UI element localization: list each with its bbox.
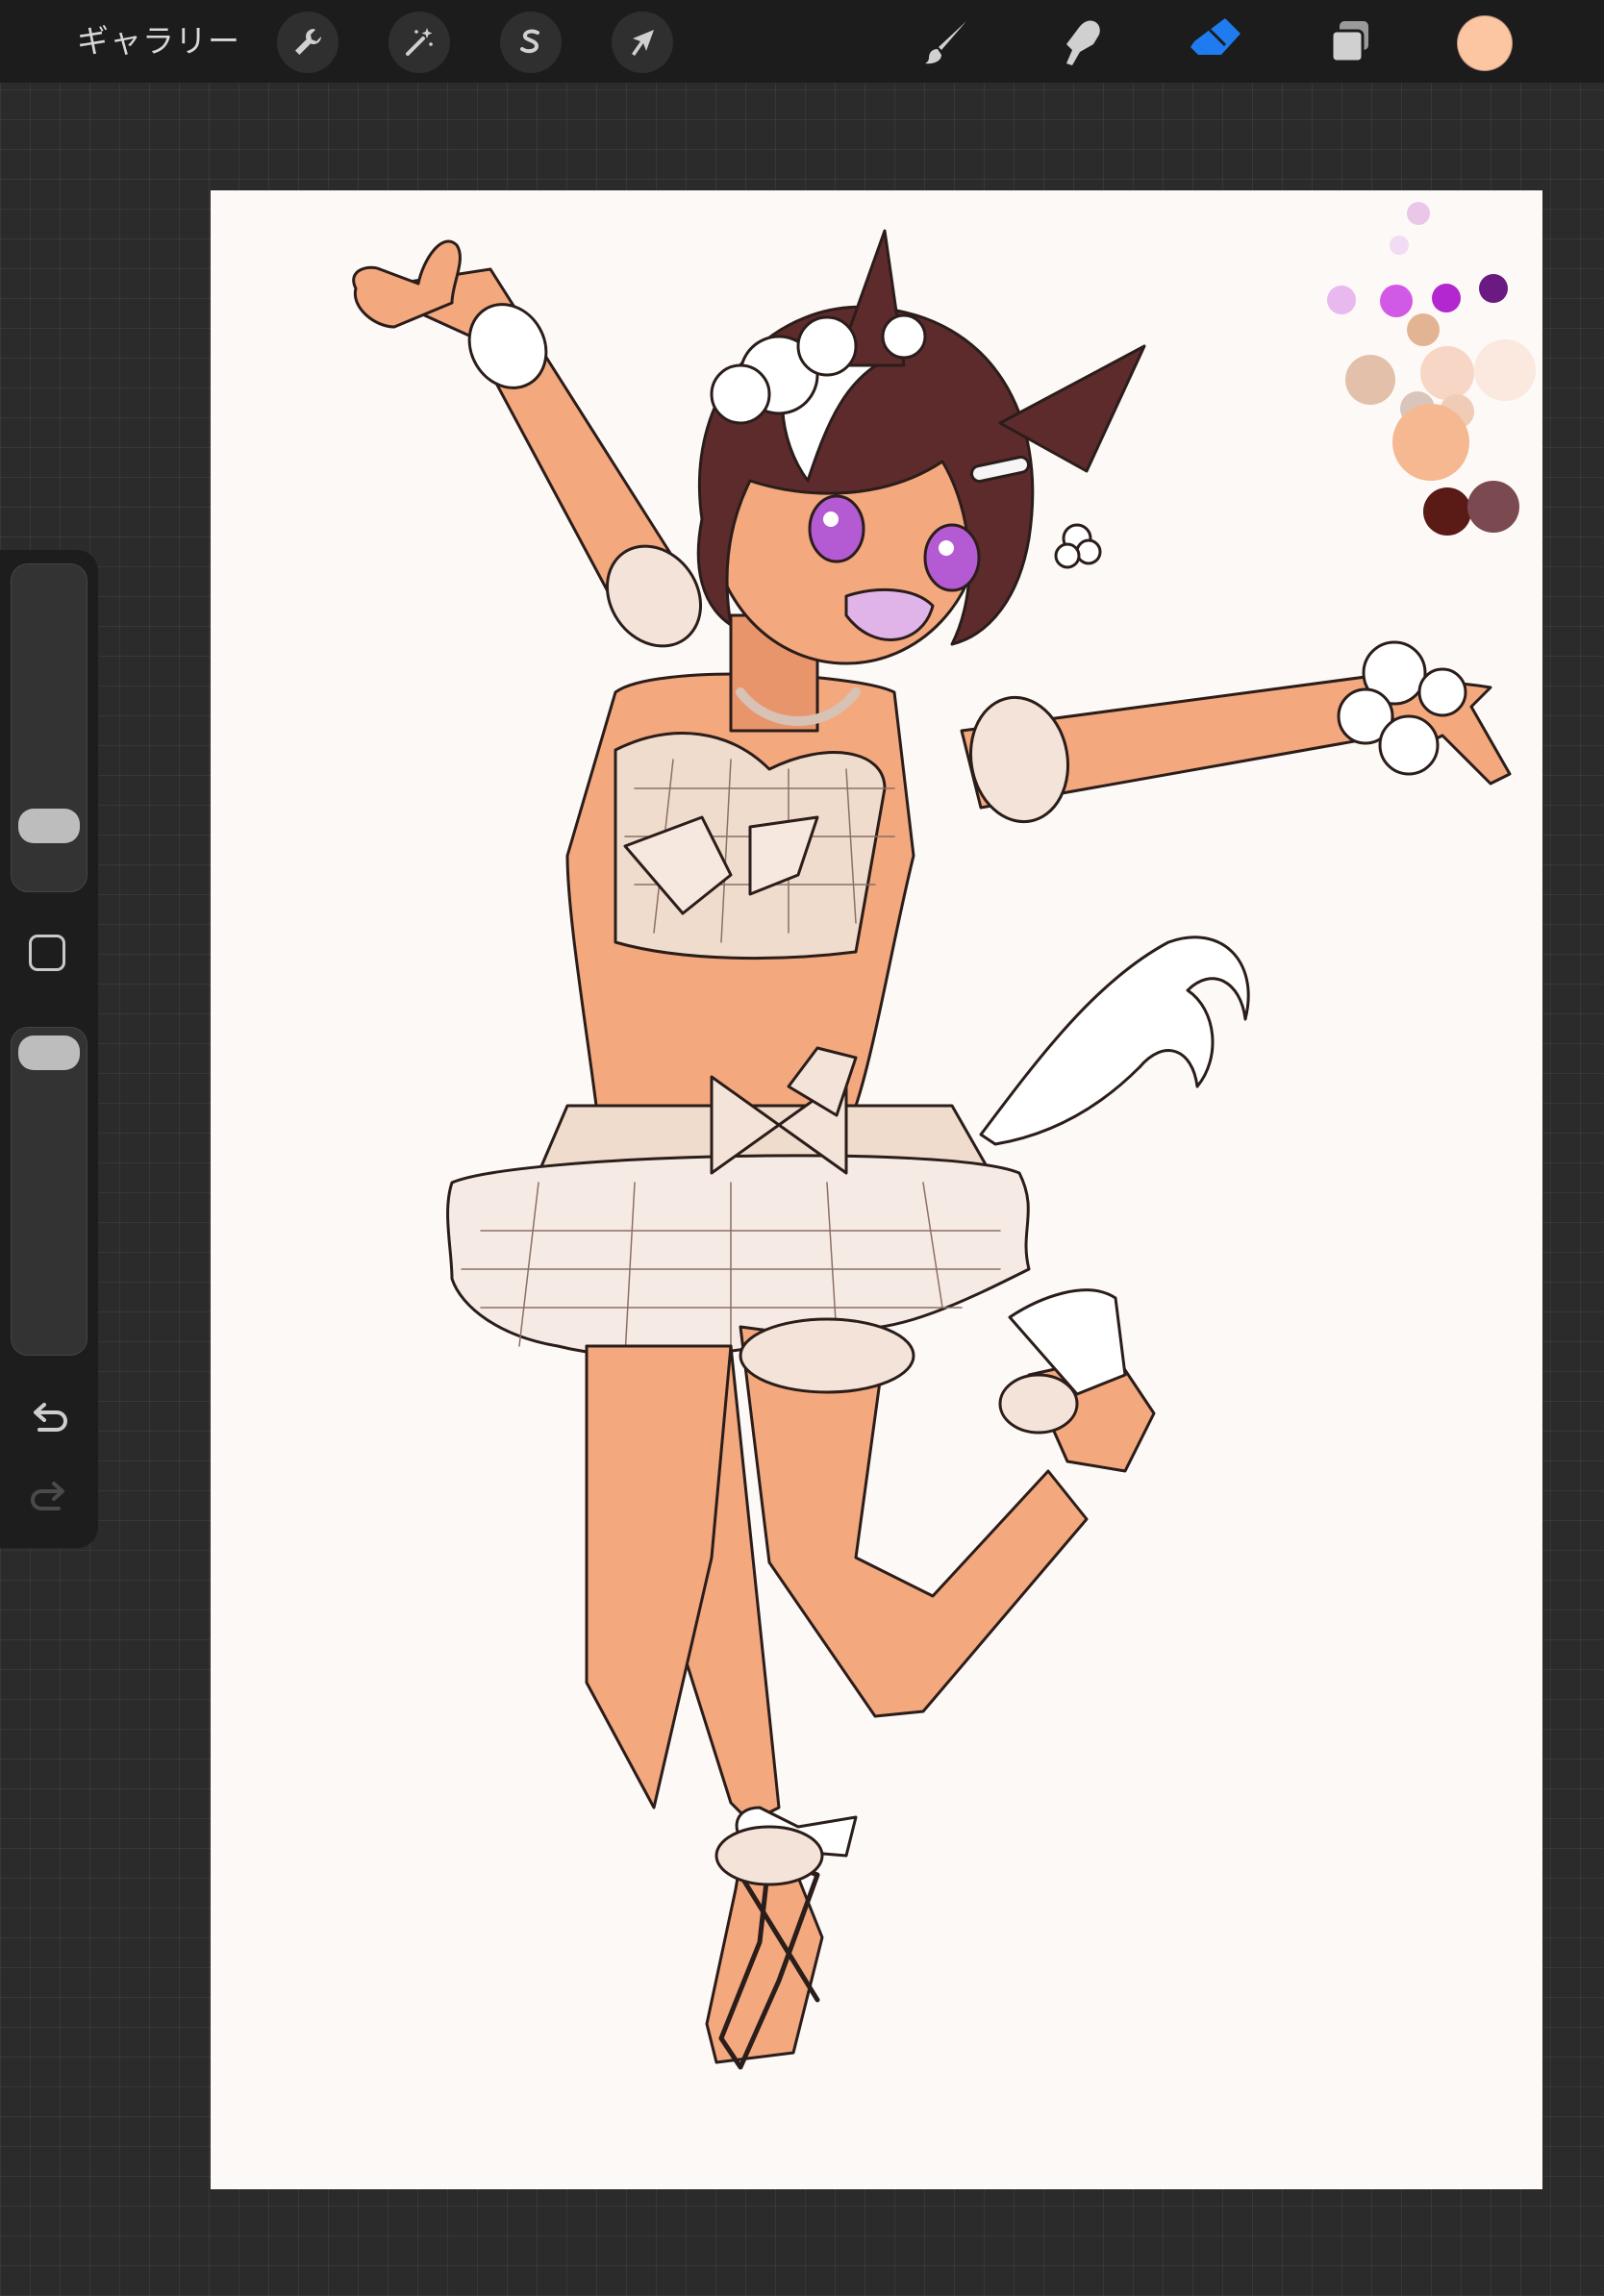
gallery-button[interactable]: ギャラリー [77, 19, 240, 63]
magic-wand-icon [406, 28, 433, 56]
opacity-slider[interactable] [11, 1027, 88, 1356]
color-picker-button[interactable] [1457, 15, 1513, 71]
smudge-finger-icon [1066, 20, 1100, 65]
redo-button[interactable] [25, 1475, 73, 1519]
brush-size-knob[interactable] [18, 809, 80, 843]
palette-swatch [1407, 202, 1430, 225]
eraser-icon [1190, 18, 1241, 55]
modify-button[interactable] [29, 935, 65, 971]
layers-button[interactable] [1321, 13, 1381, 71]
brush-tool-button[interactable] [917, 13, 977, 71]
character-illustration [352, 202, 1536, 2070]
arrow-cursor-icon [632, 30, 654, 56]
transform-button[interactable] [612, 12, 673, 73]
redo-icon [31, 1482, 64, 1510]
actions-button[interactable] [277, 12, 338, 73]
eraser-tool-button[interactable] [1187, 13, 1246, 71]
brush-size-slider[interactable] [11, 563, 88, 892]
selection-s-icon [520, 29, 539, 54]
wrench-icon [295, 29, 321, 55]
top-toolbar: ギャラリー [0, 0, 1604, 83]
undo-icon [34, 1403, 67, 1432]
undo-button[interactable] [25, 1396, 73, 1440]
brush-icon [925, 21, 966, 64]
selection-button[interactable] [500, 12, 562, 73]
drawing-canvas[interactable] [211, 190, 1542, 2189]
smudge-tool-button[interactable] [1052, 13, 1112, 71]
layers-icon [1330, 21, 1368, 63]
sidebar [0, 550, 98, 1548]
adjustments-button[interactable] [388, 12, 450, 73]
opacity-knob[interactable] [18, 1036, 80, 1070]
